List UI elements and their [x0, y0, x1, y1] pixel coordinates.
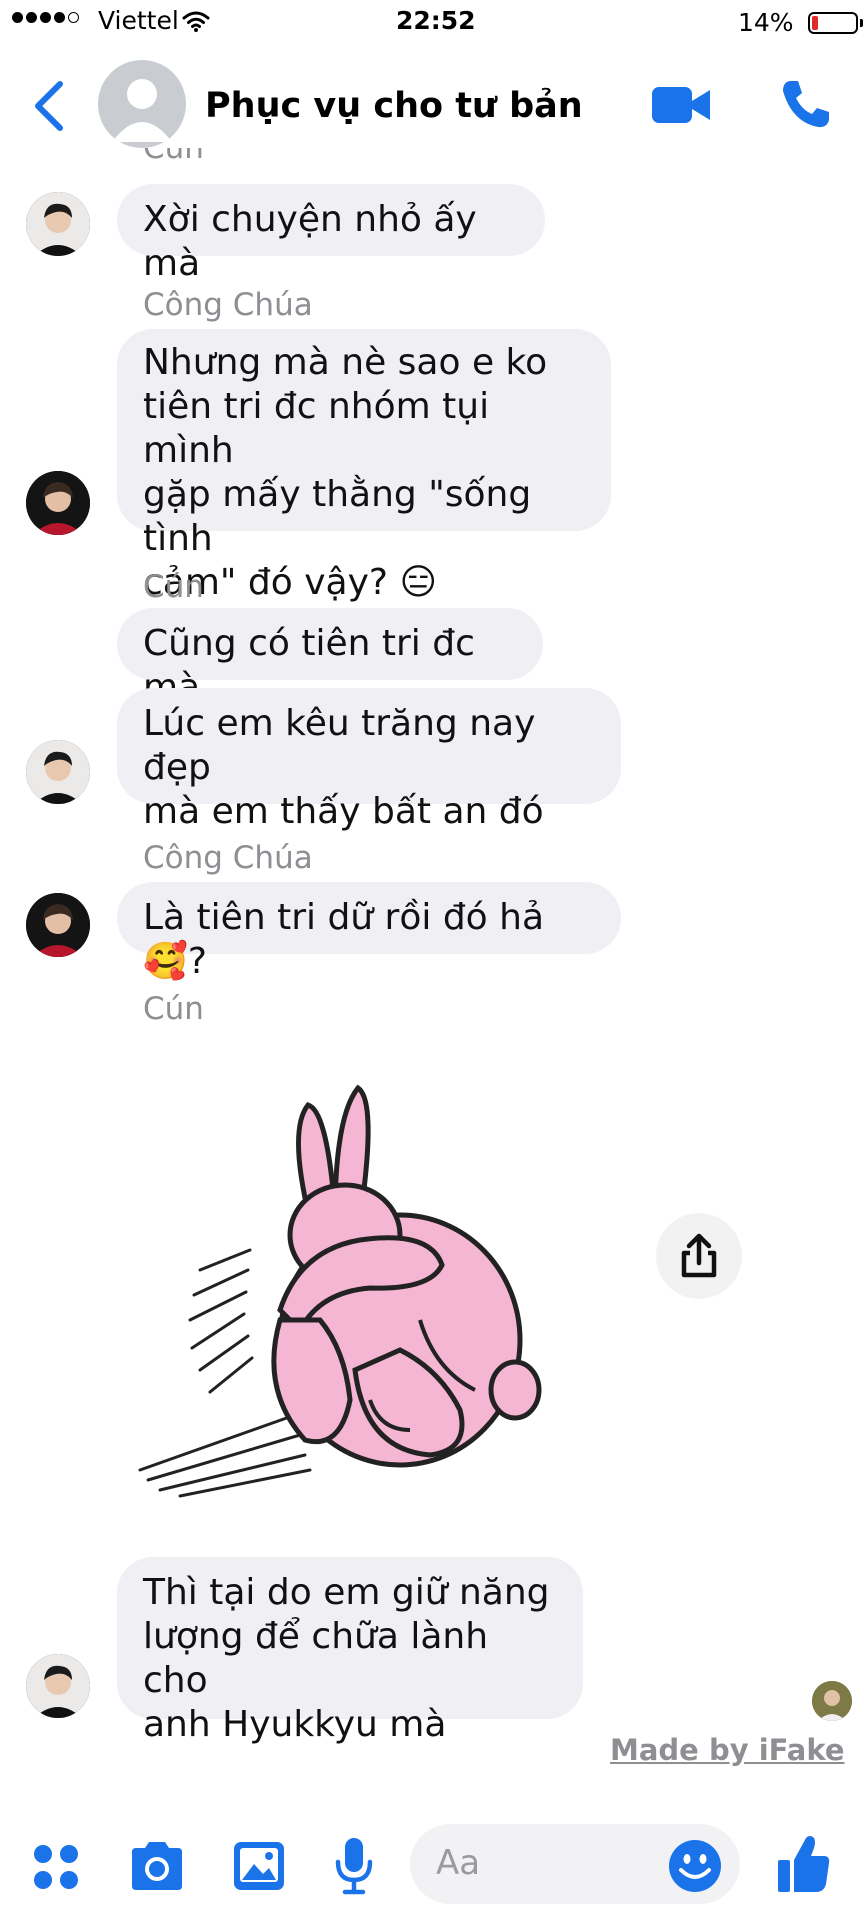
message-text: Là tiên tri dữ rồi đó hả🥰? — [143, 897, 545, 982]
status-time: 22:52 — [396, 6, 476, 35]
avatar[interactable] — [26, 1654, 90, 1718]
video-call-icon[interactable] — [650, 84, 712, 126]
avatar[interactable] — [26, 740, 90, 804]
carrier-name: Viettel — [98, 6, 179, 35]
signal-strength-icon — [12, 12, 79, 23]
message-text: Xời chuyện nhỏ ấy mà — [143, 199, 477, 284]
microphone-icon[interactable] — [334, 1836, 374, 1896]
message-bubble[interactable]: Lúc em kêu trăng nay đẹp mà em thấy bất … — [117, 688, 621, 832]
avatar[interactable] — [26, 471, 90, 535]
phone-icon[interactable] — [780, 78, 832, 130]
emoji-icon[interactable] — [667, 1838, 723, 1894]
status-bar: Viettel 22:52 14% — [0, 0, 864, 46]
share-button[interactable] — [656, 1213, 742, 1299]
clipped-sender-row: Cún — [0, 148, 864, 176]
read-receipt-avatar — [812, 1681, 852, 1721]
battery-percent: 14% — [738, 8, 794, 37]
back-chevron-icon[interactable] — [30, 80, 66, 132]
sender-name: Cún — [143, 148, 204, 166]
message-bubble[interactable]: Là tiên tri dữ rồi đó hả🥰? — [117, 882, 621, 982]
wifi-icon — [182, 11, 210, 32]
message-text: Nhưng mà nè sao e ko tiên tri đc nhóm tụ… — [143, 342, 548, 603]
message-text: Thì tại do em giữ năng lượng để chữa làn… — [143, 1572, 550, 1745]
battery-nub — [860, 19, 863, 27]
default-person-icon — [112, 79, 172, 142]
like-thumb-icon[interactable] — [776, 1832, 832, 1894]
avatar[interactable] — [26, 893, 90, 957]
camera-icon[interactable] — [128, 1840, 186, 1892]
avatar-photo-icon — [26, 471, 90, 535]
battery-icon — [808, 12, 858, 34]
watermark-link[interactable]: Made by iFake — [610, 1733, 845, 1767]
sender-name: Công Chúa — [143, 287, 313, 323]
message-bubble[interactable]: Cũng có tiên tri đc mà — [117, 608, 543, 708]
message-bubble[interactable]: Nhưng mà nè sao e ko tiên tri đc nhóm tụ… — [117, 329, 611, 603]
share-icon — [681, 1233, 717, 1278]
message-text: Lúc em kêu trăng nay đẹp mà em thấy bất … — [143, 703, 544, 832]
avatar-photo-icon — [26, 740, 90, 804]
avatar-photo-icon — [26, 893, 90, 957]
sender-name: Công Chúa — [143, 840, 313, 876]
seen-avatar-icon — [812, 1681, 852, 1721]
sender-name: Cún — [143, 991, 204, 1027]
message-bubble[interactable]: Xời chuyện nhỏ ấy mà — [117, 184, 545, 284]
photo-icon[interactable] — [232, 1840, 286, 1892]
menu-dots-icon[interactable] — [32, 1843, 80, 1891]
message-bubble[interactable]: Thì tại do em giữ năng lượng để chữa làn… — [117, 1557, 583, 1745]
sender-name: Cún — [143, 569, 204, 605]
avatar-photo-icon — [26, 1654, 90, 1718]
avatar-photo-icon — [26, 192, 90, 256]
avatar[interactable] — [26, 192, 90, 256]
pink-bunny-sticker[interactable] — [130, 1070, 570, 1510]
contact-avatar[interactable] — [98, 60, 186, 148]
message-input-placeholder[interactable]: Aa — [436, 1843, 480, 1883]
conversation-title[interactable]: Phục vụ cho tư bản — [205, 86, 583, 126]
